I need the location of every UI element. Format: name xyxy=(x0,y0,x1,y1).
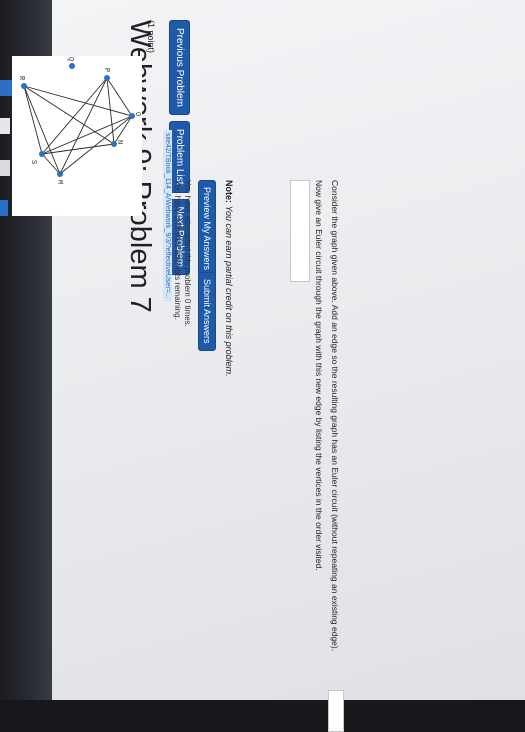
vertex-label: M xyxy=(55,180,63,184)
vertex-label: S xyxy=(29,160,37,164)
attempts-count: You have attempted this problem 0 times. xyxy=(183,180,192,327)
attempts-remaining: You have unlimited attempts remaining. xyxy=(173,180,182,320)
previous-problem-button[interactable]: Previous Problem xyxy=(169,20,190,115)
note-text: You can earn partial credit on this prob… xyxy=(224,205,234,377)
browser-tab-indicator xyxy=(0,200,8,216)
browser-tab-indicator xyxy=(0,160,10,176)
vertex-s xyxy=(39,151,45,157)
note-label: Note: xyxy=(224,180,234,203)
answer-field-circuit[interactable] xyxy=(290,180,310,282)
preview-answers-button[interactable]: Preview My Answers xyxy=(198,180,216,278)
problem-body: Consider the graph given above. Add an e… xyxy=(140,130,344,732)
vertex-label: O xyxy=(133,112,141,116)
browser-tab-indicator xyxy=(0,118,10,134)
answer-field-edge[interactable] xyxy=(328,690,344,732)
submit-answers-button[interactable]: Submit Answers xyxy=(198,272,216,351)
vertex-q xyxy=(69,63,75,69)
status-url: site42/TBook_114_A/Webwork_9/3/?effectiv… xyxy=(163,130,172,302)
problem-prompt-2: Now give an Euler circuit through the gr… xyxy=(314,180,324,571)
vertex-p xyxy=(104,75,110,81)
problem-prompt-1: Consider the graph given above. Add an e… xyxy=(330,180,340,652)
vertex-label: N xyxy=(115,140,123,144)
vertex-m xyxy=(57,171,63,177)
points-label: (1 point) xyxy=(146,20,156,54)
vertex-label: P xyxy=(102,68,110,72)
vertex-r xyxy=(21,83,27,89)
partial-credit-note: Note: You can earn partial credit on thi… xyxy=(224,180,234,377)
graph-background xyxy=(12,56,142,216)
browser-tab-indicator xyxy=(0,80,12,96)
graph-figure: O N P M Q R S xyxy=(12,56,142,216)
vertex-label: Q xyxy=(66,57,74,61)
